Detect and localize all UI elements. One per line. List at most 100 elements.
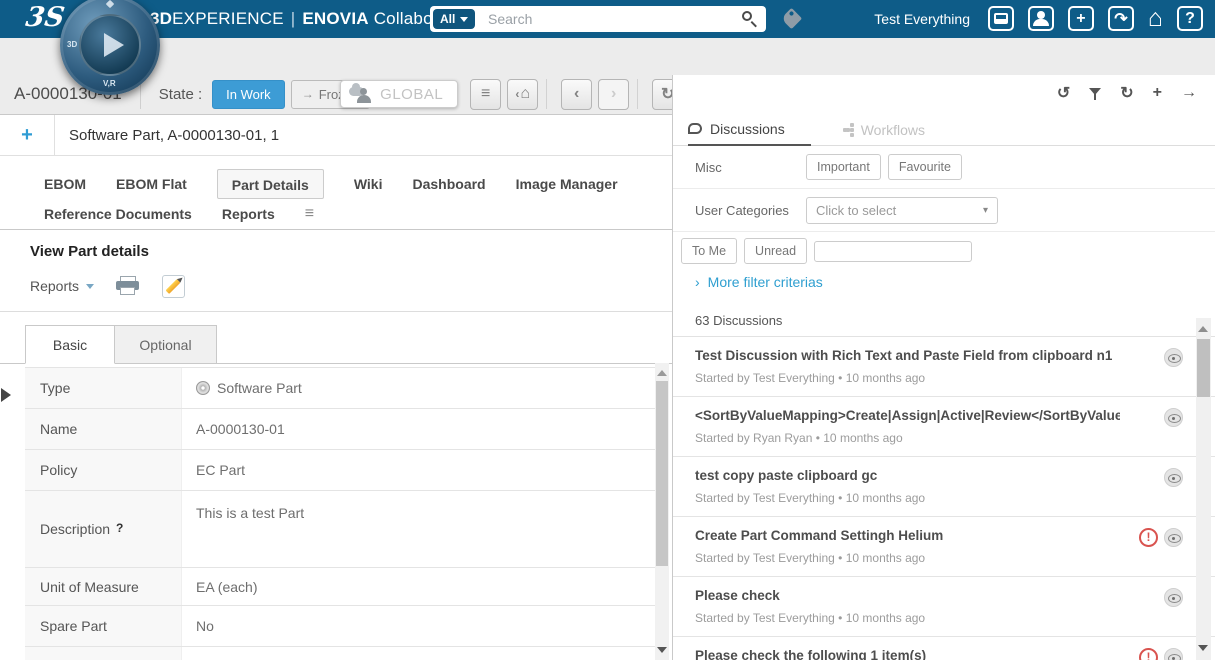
back-icon[interactable]: ‹ bbox=[561, 79, 592, 110]
scrollbar-thumb[interactable] bbox=[656, 381, 668, 566]
help-icon[interactable]: ? bbox=[116, 521, 123, 535]
add-content-icon[interactable]: + bbox=[1068, 6, 1094, 31]
compass-vr-label[interactable]: V,R bbox=[103, 79, 116, 88]
scroll-up-icon[interactable] bbox=[657, 370, 667, 376]
tab-dashboard[interactable]: Dashboard bbox=[412, 169, 485, 199]
user-categories-label: User Categories bbox=[695, 203, 806, 218]
tab-basic[interactable]: Basic bbox=[25, 325, 115, 364]
watch-icon[interactable] bbox=[1164, 528, 1183, 547]
scroll-up-icon[interactable] bbox=[1198, 326, 1208, 332]
search-input[interactable] bbox=[488, 7, 728, 31]
workflow-icon bbox=[843, 128, 847, 132]
discussion-title[interactable]: Test Discussion with Rich Text and Paste… bbox=[695, 348, 1120, 363]
menu-icon[interactable]: ≡ bbox=[470, 79, 501, 110]
divider bbox=[546, 79, 547, 109]
scrollbar-thumb[interactable] bbox=[1197, 339, 1210, 397]
watch-icon[interactable] bbox=[1164, 468, 1183, 487]
search-icon[interactable] bbox=[742, 11, 752, 21]
to-me-filter-button[interactable]: To Me bbox=[681, 238, 737, 264]
scroll-down-icon[interactable] bbox=[1198, 645, 1208, 651]
discussion-meta: Started by Test Everything • 10 months a… bbox=[695, 611, 1120, 625]
home-navigation-icon[interactable]: ‹ ⌂ bbox=[507, 79, 538, 110]
edit-icon[interactable] bbox=[162, 275, 185, 298]
important-filter-button[interactable]: Important bbox=[806, 154, 881, 180]
help-icon[interactable]: ? bbox=[1177, 6, 1203, 31]
topbar-actions: + ↷ ⌂ ? bbox=[988, 6, 1203, 31]
search-scope-dropdown[interactable]: All bbox=[433, 9, 475, 29]
field-value-name: A-0000130-01 bbox=[182, 409, 655, 449]
tab-ebom[interactable]: EBOM bbox=[44, 169, 86, 199]
discussion-bubble-icon bbox=[688, 123, 702, 134]
divider bbox=[637, 79, 638, 109]
promote-arrow-icon: → bbox=[302, 87, 314, 101]
compass-3d-label[interactable]: 3D bbox=[67, 40, 77, 49]
user-categories-select[interactable]: Click to select ▾ bbox=[806, 197, 998, 224]
collaboration-panel: ↺ ↻ + → Discussions Workflows Misc Impor… bbox=[672, 75, 1215, 660]
app-title: 3DEXPERIENCE|ENOVIA Collaborat.. bbox=[150, 9, 463, 29]
list-item[interactable]: test copy paste clipboard gc Started by … bbox=[673, 457, 1215, 517]
share-icon[interactable]: ↷ bbox=[1108, 6, 1134, 31]
watch-icon[interactable] bbox=[1164, 348, 1183, 367]
field-label-description: Description ? bbox=[25, 491, 182, 567]
open-panel-icon[interactable]: → bbox=[1181, 84, 1197, 102]
add-object-button[interactable]: + bbox=[0, 115, 55, 155]
tab-workflows[interactable]: Workflows bbox=[843, 113, 925, 146]
important-icon: ! bbox=[1139, 528, 1158, 547]
state-in-work-button[interactable]: In Work bbox=[212, 80, 285, 109]
tab-reports[interactable]: Reports bbox=[222, 199, 275, 229]
discussion-search-input[interactable] bbox=[814, 241, 972, 262]
tab-ebom-flat[interactable]: EBOM Flat bbox=[116, 169, 187, 199]
discussion-title[interactable]: Please check bbox=[695, 588, 1120, 603]
filter-icon[interactable] bbox=[1089, 87, 1101, 100]
tab-image-manager[interactable]: Image Manager bbox=[516, 169, 618, 199]
watch-icon[interactable] bbox=[1164, 408, 1183, 427]
unread-filter-button[interactable]: Unread bbox=[744, 238, 807, 264]
discussion-title[interactable]: Please check the following 1 item(s) bbox=[695, 648, 1120, 660]
favourite-filter-button[interactable]: Favourite bbox=[888, 154, 962, 180]
panel-expand-icon[interactable] bbox=[1, 388, 11, 402]
watch-icon[interactable] bbox=[1164, 648, 1183, 660]
tab-discussions[interactable]: Discussions bbox=[688, 113, 811, 146]
discussion-title[interactable]: test copy paste clipboard gc bbox=[695, 468, 1120, 483]
discussions-scrollbar[interactable] bbox=[1196, 318, 1211, 660]
tab-part-details[interactable]: Part Details bbox=[217, 169, 324, 199]
add-discussion-icon[interactable]: + bbox=[1153, 84, 1162, 102]
chevron-down-icon bbox=[86, 284, 94, 289]
discussion-title[interactable]: <SortByValueMapping>Create|Assign|Active… bbox=[695, 408, 1120, 423]
more-filters-label: More filter criterias bbox=[708, 274, 823, 290]
tabs-overflow-icon[interactable]: ≡ bbox=[305, 199, 314, 229]
logo-3ds[interactable]: 3S bbox=[24, 2, 67, 33]
history-icon[interactable]: ↺ bbox=[1057, 83, 1070, 103]
list-item[interactable]: Please check the following 1 item(s) ! bbox=[673, 637, 1215, 660]
forward-icon[interactable]: › bbox=[598, 79, 629, 110]
tab-wiki[interactable]: Wiki bbox=[354, 169, 383, 199]
user-name[interactable]: Test Everything bbox=[874, 11, 970, 27]
refresh-icon[interactable]: ↻ bbox=[1120, 83, 1133, 103]
tab-optional[interactable]: Optional bbox=[115, 325, 217, 364]
form-scrollbar[interactable] bbox=[655, 363, 669, 660]
scroll-down-icon[interactable] bbox=[657, 647, 667, 653]
field-label-spare-part: Spare Part bbox=[25, 606, 182, 646]
watch-icon[interactable] bbox=[1164, 588, 1183, 607]
more-filter-criterias-link[interactable]: › More filter criterias bbox=[673, 270, 1215, 300]
list-item[interactable]: Please check Started by Test Everything … bbox=[673, 577, 1215, 637]
discussion-title[interactable]: Create Part Command Settingh Helium bbox=[695, 528, 1120, 543]
global-scope-button[interactable]: GLOBAL bbox=[340, 80, 458, 108]
list-item[interactable]: Test Discussion with Rich Text and Paste… bbox=[673, 337, 1215, 397]
inbox-icon[interactable] bbox=[988, 6, 1014, 31]
tag-icon[interactable] bbox=[781, 8, 802, 29]
profile-icon[interactable] bbox=[1028, 6, 1054, 31]
list-item[interactable]: <SortByValueMapping>Create|Assign|Active… bbox=[673, 397, 1215, 457]
tab-reference-documents[interactable]: Reference Documents bbox=[44, 199, 192, 229]
compass-play-button[interactable] bbox=[79, 14, 141, 76]
field-value-spare-part: No bbox=[182, 606, 655, 646]
discussion-meta: Started by Test Everything • 10 months a… bbox=[695, 491, 1120, 505]
list-item[interactable]: Create Part Command Settingh Helium Star… bbox=[673, 517, 1215, 577]
home-icon[interactable]: ⌂ bbox=[1148, 6, 1163, 31]
print-icon[interactable] bbox=[116, 276, 140, 296]
field-label-uom: Unit of Measure bbox=[25, 568, 182, 605]
table-row: Policy EC Part bbox=[25, 450, 655, 491]
reports-dropdown[interactable]: Reports bbox=[30, 278, 94, 294]
global-search[interactable]: All bbox=[430, 6, 766, 32]
top-app-bar: 3S 3DEXPERIENCE|ENOVIA Collaborat.. All … bbox=[0, 0, 1215, 38]
